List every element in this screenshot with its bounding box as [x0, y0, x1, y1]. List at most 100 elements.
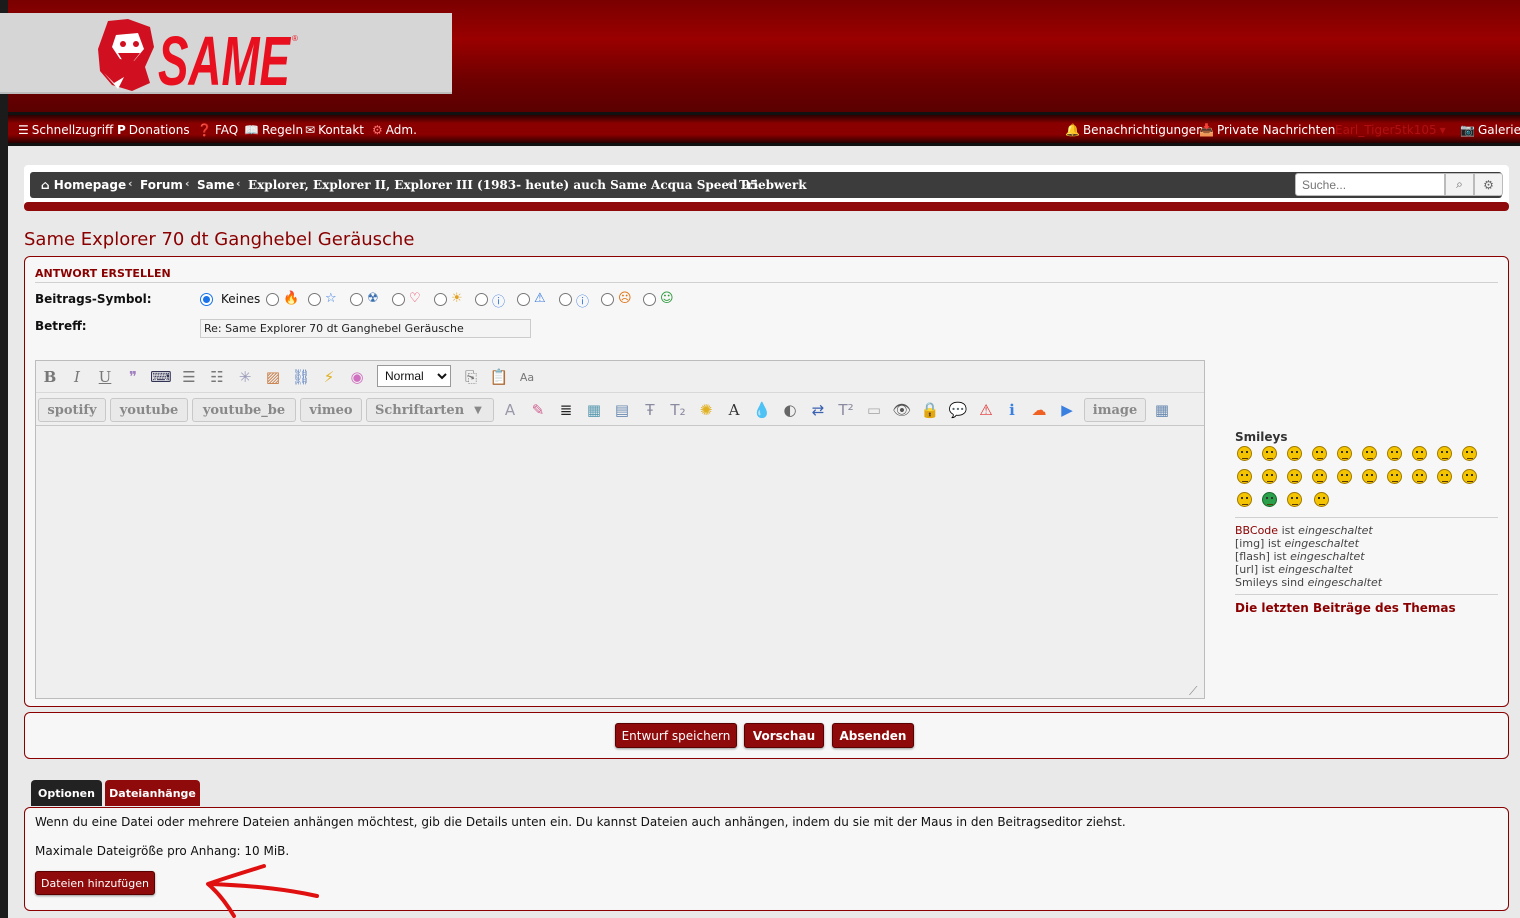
smiley-icon[interactable]	[1462, 469, 1477, 484]
tab-options[interactable]: Optionen	[31, 780, 102, 806]
smiley-icon[interactable]	[1362, 469, 1377, 484]
quote-icon[interactable]: ❞	[122, 366, 144, 388]
user-menu[interactable]: Earl_Tiger5tk105 ▾	[1335, 123, 1446, 137]
preview-button[interactable]: Vorschau	[744, 723, 824, 748]
smiley-icon[interactable]	[1314, 492, 1329, 507]
contact-link[interactable]: ✉ Kontakt	[305, 123, 364, 137]
paste-icon[interactable]: 📋	[488, 366, 510, 388]
table-icon[interactable]: ▦	[583, 399, 605, 421]
youtube-be-button[interactable]: youtube_be	[192, 398, 296, 422]
youtube-button[interactable]: youtube	[110, 398, 188, 422]
resize-handle-icon[interactable]: ⟋	[1189, 684, 1197, 699]
smiley-icon[interactable]	[1262, 469, 1277, 484]
post-icon-radio-star[interactable]	[308, 293, 321, 306]
smiley-icon[interactable]	[1362, 446, 1377, 461]
subscript-icon[interactable]: T₂	[667, 399, 689, 421]
window-icon[interactable]: ▤	[611, 399, 633, 421]
font-size-select[interactable]: Normal	[377, 365, 451, 387]
smiley-icon[interactable]	[1437, 446, 1452, 461]
breadcrumb-forum[interactable]: Forum	[140, 178, 183, 192]
smiley-icon[interactable]	[1312, 446, 1327, 461]
bold-icon[interactable]: B	[39, 366, 61, 388]
smiley-icon[interactable]	[1437, 469, 1452, 484]
font-icon[interactable]: A	[499, 399, 521, 421]
alert-icon[interactable]: ⚠	[975, 399, 997, 421]
smiley-icon[interactable]	[1337, 469, 1352, 484]
post-icon-radio-warning[interactable]	[517, 293, 530, 306]
search-button[interactable]: ⌕	[1445, 173, 1474, 196]
submit-button[interactable]: Absenden	[832, 723, 914, 748]
post-icon-radio-none[interactable]	[200, 293, 213, 306]
swap-icon[interactable]: ⇄	[807, 399, 829, 421]
smiley-icon[interactable]	[1412, 469, 1427, 484]
numbered-list-icon[interactable]: ☷	[206, 366, 228, 388]
align-center-icon[interactable]: ≣	[555, 399, 577, 421]
contrast-icon[interactable]: ◐	[779, 399, 801, 421]
spotify-button[interactable]: spotify	[38, 398, 106, 422]
message-textarea[interactable]	[36, 430, 1204, 698]
flash-icon[interactable]: ⚡	[318, 366, 340, 388]
link-icon[interactable]: ⛓	[290, 366, 312, 388]
post-icon-radio-bulb[interactable]	[434, 293, 447, 306]
add-files-button[interactable]: Dateien hinzufügen	[35, 871, 155, 895]
admin-link[interactable]: ⚙ Adm.	[372, 123, 417, 137]
post-icon-radio-heart[interactable]	[392, 293, 405, 306]
gallery-link[interactable]: 📷 Galerie	[1460, 123, 1520, 137]
grid-icon[interactable]: ▦	[1151, 399, 1173, 421]
smiley-icon[interactable]	[1262, 446, 1277, 461]
subject-input[interactable]	[200, 319, 531, 338]
breadcrumb-explorer[interactable]: Explorer, Explorer II, Explorer III (198…	[248, 178, 758, 192]
smiley-icon[interactable]	[1237, 492, 1252, 507]
post-icon-radio-radioactive[interactable]	[350, 293, 363, 306]
post-icon-radio-grin[interactable]	[643, 293, 656, 306]
info-box-icon[interactable]: ℹ	[1001, 399, 1023, 421]
breadcrumb-home[interactable]: ⌂ Homepage	[41, 178, 126, 192]
bbcode-link[interactable]: BBCode	[1235, 524, 1278, 537]
advanced-search-button[interactable]: ⚙	[1474, 173, 1503, 196]
smiley-icon[interactable]	[1462, 446, 1477, 461]
fonts-dropdown[interactable]: Schriftarten ▼	[366, 398, 494, 422]
smiley-icon[interactable]	[1387, 446, 1402, 461]
highlighter-icon[interactable]: ✎	[527, 399, 549, 421]
vimeo-button[interactable]: vimeo	[300, 398, 362, 422]
superscript-icon[interactable]: T²	[835, 399, 857, 421]
drop-icon[interactable]: 💧	[751, 399, 773, 421]
post-icon-radio-sad[interactable]	[601, 293, 614, 306]
search-input[interactable]	[1295, 173, 1445, 196]
code-icon[interactable]: ⌨	[150, 366, 172, 388]
asterisk-icon[interactable]: ✳	[234, 366, 256, 388]
speech-bubble-icon[interactable]: 💬	[947, 399, 969, 421]
notifications-link[interactable]: 🔔 Benachrichtigungen	[1065, 123, 1204, 137]
quick-access-menu[interactable]: ☰ Schnellzugriff	[18, 123, 113, 137]
faq-link[interactable]: ❓ FAQ	[197, 123, 238, 137]
donations-link[interactable]: P Donations	[117, 123, 190, 137]
last-posts-link[interactable]: Die letzten Beiträge des Themas	[1235, 601, 1456, 615]
post-icon-radio-info[interactable]	[559, 293, 572, 306]
font-letter-icon[interactable]: A	[723, 399, 745, 421]
smiley-icon[interactable]	[1387, 469, 1402, 484]
smiley-icon[interactable]	[1312, 469, 1327, 484]
color-picker-icon[interactable]: ◉	[346, 366, 368, 388]
sun-icon[interactable]: ✺	[695, 399, 717, 421]
breadcrumb-same[interactable]: Same	[197, 178, 234, 192]
remove-format-icon[interactable]: Aa	[516, 366, 538, 388]
smiley-icon[interactable]	[1287, 469, 1302, 484]
italic-icon[interactable]: I	[66, 366, 88, 388]
rules-link[interactable]: 📖 Regeln	[244, 123, 303, 137]
post-icon-radio-fire[interactable]	[266, 293, 279, 306]
smiley-icon[interactable]	[1287, 446, 1302, 461]
video-icon[interactable]: ▶	[1056, 399, 1078, 421]
copy-icon[interactable]: ⎘	[460, 366, 482, 388]
smiley-icon[interactable]	[1262, 492, 1277, 507]
underline-icon[interactable]: U	[94, 366, 116, 388]
tab-attachments[interactable]: Dateianhänge	[105, 780, 200, 806]
image-button[interactable]: image	[1084, 398, 1146, 422]
lock-icon[interactable]: 🔒	[919, 399, 941, 421]
private-messages-link[interactable]: 📥 Private Nachrichten	[1199, 123, 1335, 137]
post-icon-radio-question[interactable]	[475, 293, 488, 306]
smiley-icon[interactable]	[1237, 446, 1252, 461]
smiley-icon[interactable]	[1412, 446, 1427, 461]
soundcloud-icon[interactable]: ☁	[1028, 399, 1050, 421]
smiley-icon[interactable]	[1337, 446, 1352, 461]
site-logo[interactable]: SAME ®	[0, 13, 452, 100]
